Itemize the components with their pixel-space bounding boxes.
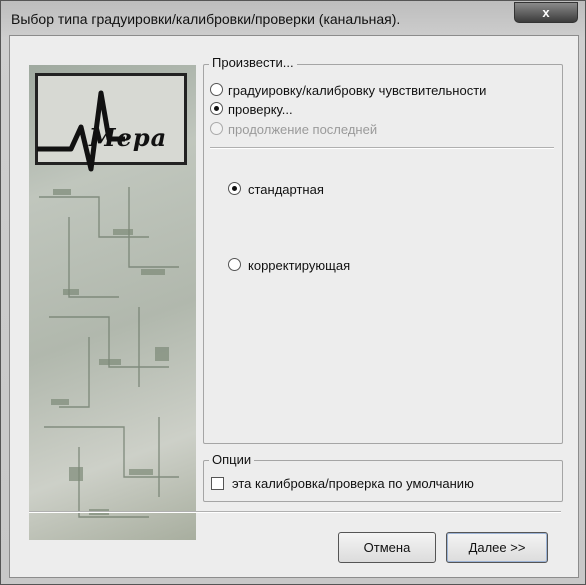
radio-corrective-control[interactable] <box>228 258 241 271</box>
default-checkbox-control[interactable] <box>211 477 224 490</box>
logo-panel: Мера <box>29 65 196 540</box>
footer-separator <box>29 511 561 513</box>
radio-standard-control[interactable] <box>228 182 241 195</box>
radio-calibration-control[interactable] <box>210 83 223 96</box>
default-checkbox-label[interactable]: эта калибровка/проверка по умолчанию <box>232 476 474 491</box>
cancel-button[interactable]: Отмена <box>338 532 436 563</box>
radio-calibration-label[interactable]: градуировку/калибровку чувствительности <box>228 83 486 98</box>
radio-continue-last-control <box>210 122 223 135</box>
options-group-legend: Опции <box>209 452 255 467</box>
action-group-legend: Произвести... <box>209 55 297 70</box>
action-group-box <box>203 64 563 444</box>
close-icon: x <box>542 5 550 20</box>
dialog-window: Выбор типа градуировки/калибровки/провер… <box>0 0 586 585</box>
next-button[interactable]: Далее >> <box>446 532 548 563</box>
radio-continue-last-label: продолжение последней <box>228 122 378 137</box>
radio-verification-control[interactable] <box>210 102 223 115</box>
close-button[interactable]: x <box>514 2 578 23</box>
window-title: Выбор типа градуировки/калибровки/провер… <box>11 11 401 27</box>
logo-text: Мера <box>89 123 168 152</box>
circuit-background-image <box>39 187 179 518</box>
radio-corrective-label[interactable]: корректирующая <box>248 258 350 273</box>
title-bar[interactable]: Выбор типа градуировки/калибровки/провер… <box>1 1 585 35</box>
radio-verification-label[interactable]: проверку... <box>228 102 293 117</box>
group-separator <box>210 147 554 149</box>
dialog-client-area: Мера Произвести... градуировку/калибровк… <box>9 35 579 578</box>
radio-standard-label[interactable]: стандартная <box>248 182 324 197</box>
